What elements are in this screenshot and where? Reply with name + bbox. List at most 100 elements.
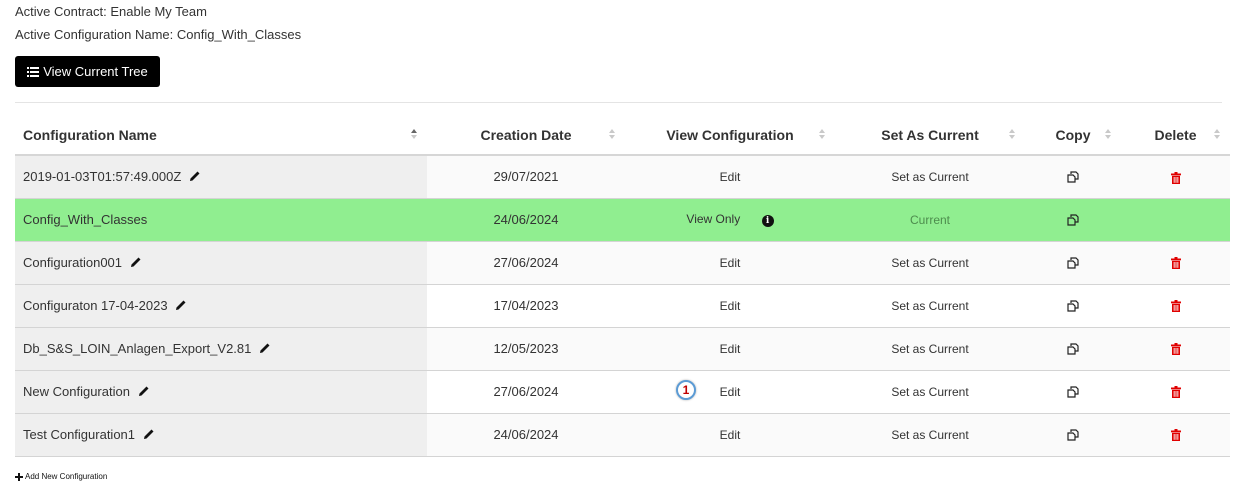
delete-cell (1121, 241, 1230, 285)
creation-date-cell: 27/06/2024 (427, 370, 625, 414)
sort-arrows-icon (1009, 129, 1015, 141)
table-row: 2019-01-03T01:57:49.000Z 29/07/2021 Edit… (15, 155, 1230, 199)
copy-icon[interactable] (1066, 170, 1080, 184)
table-header-row: Configuration Name Creation Date View Co… (15, 115, 1230, 156)
copy-icon[interactable] (1066, 385, 1080, 399)
current-status: Current (909, 212, 950, 227)
column-header-label: Set As Current (881, 126, 979, 143)
column-header-creation-date[interactable]: Creation Date (427, 115, 625, 156)
plus-icon (15, 472, 23, 481)
list-icon (27, 66, 40, 77)
creation-date-cell: 12/05/2023 (427, 327, 625, 371)
pencil-icon[interactable] (138, 385, 150, 397)
view-configuration-cell: Edit (625, 155, 835, 199)
header-info: Active Contract: Enable My Team Active C… (15, 4, 301, 50)
column-header-configuration-name[interactable]: Configuration Name (15, 115, 427, 156)
configuration-name-cell: Configuraton 17-04-2023 (15, 284, 427, 328)
add-new-configuration-link[interactable]: Add New Configuration (15, 472, 107, 481)
copy-cell (1025, 284, 1121, 328)
pencil-icon[interactable] (175, 299, 187, 311)
column-header-copy[interactable]: Copy (1025, 115, 1121, 156)
set-as-current-cell: Set as Current (835, 327, 1025, 371)
set-as-current-cell: Set as Current (835, 370, 1025, 414)
set-as-current-cell: Set as Current (835, 155, 1025, 199)
copy-icon[interactable] (1066, 256, 1080, 270)
configuration-name-cell: Test Configuration1 (15, 413, 427, 457)
trash-icon[interactable] (1170, 300, 1181, 313)
configuration-name-cell: 2019-01-03T01:57:49.000Z (15, 155, 427, 199)
active-contract-label: Active Contract: Enable My Team (15, 4, 207, 19)
creation-date-cell: 17/04/2023 (427, 284, 625, 328)
trash-icon[interactable] (1170, 257, 1181, 270)
delete-cell (1121, 370, 1230, 414)
copy-cell (1025, 198, 1121, 242)
copy-icon[interactable] (1066, 213, 1080, 227)
configuration-name: Db_S&S_LOIN_Anlagen_Export_V2.81 (23, 341, 252, 356)
configuration-name: Test Configuration1 (23, 427, 136, 442)
edit-link[interactable]: Edit (720, 342, 741, 356)
copy-icon[interactable] (1066, 299, 1080, 313)
edit-link[interactable]: Edit (720, 428, 741, 442)
divider (15, 102, 1222, 103)
column-header-set-as-current[interactable]: Set As Current (835, 115, 1025, 156)
edit-link[interactable]: Edit (720, 385, 741, 399)
configuration-name-cell: Config_With_Classes (15, 198, 427, 242)
column-header-delete[interactable]: Delete (1121, 115, 1230, 156)
view-current-tree-label: View Current Tree (43, 64, 148, 79)
view-configuration-cell: View Only i (625, 198, 835, 242)
column-header-label: View Configuration (666, 126, 794, 143)
set-as-current-link[interactable]: Set as Current (891, 299, 968, 313)
set-as-current-link[interactable]: Set as Current (891, 428, 968, 442)
column-header-view-configuration[interactable]: View Configuration (625, 115, 835, 156)
trash-icon[interactable] (1170, 386, 1181, 399)
copy-icon[interactable] (1066, 342, 1080, 356)
configuration-name: Config_With_Classes (23, 212, 148, 227)
table-row: Configuraton 17-04-2023 17/04/2023 Edit … (15, 284, 1230, 328)
configuration-name-cell: Configuration001 (15, 241, 427, 285)
sort-arrows-icon (1214, 129, 1220, 141)
pencil-icon[interactable] (259, 342, 271, 354)
copy-cell (1025, 241, 1121, 285)
configuration-name: 2019-01-03T01:57:49.000Z (23, 169, 182, 185)
copy-cell (1025, 370, 1121, 414)
trash-icon[interactable] (1170, 343, 1181, 356)
trash-icon[interactable] (1170, 171, 1181, 184)
set-as-current-link[interactable]: Set as Current (891, 256, 968, 270)
set-as-current-cell: Set as Current (835, 284, 1025, 328)
edit-link[interactable]: Edit (720, 256, 741, 270)
edit-link[interactable]: Edit (720, 170, 741, 184)
sort-arrows-icon (819, 129, 825, 141)
copy-icon[interactable] (1066, 428, 1080, 442)
annotation-badge: 1 (676, 380, 696, 400)
view-current-tree-button[interactable]: View Current Tree (15, 56, 160, 87)
pencil-icon[interactable] (189, 170, 201, 182)
view-configuration-cell: Edit (625, 413, 835, 457)
set-as-current-link[interactable]: Set as Current (891, 385, 968, 399)
configuration-name-cell: New Configuration (15, 370, 427, 414)
edit-link[interactable]: Edit (720, 299, 741, 313)
delete-cell (1121, 155, 1230, 199)
table-row: Db_S&S_LOIN_Anlagen_Export_V2.81 12/05/2… (15, 327, 1230, 371)
table-row: Configuration001 27/06/2024 Edit Set as … (15, 241, 1230, 285)
delete-cell (1121, 198, 1230, 242)
configurations-table: Configuration Name Creation Date View Co… (15, 115, 1230, 457)
set-as-current-cell: Set as Current (835, 241, 1025, 285)
view-configuration-cell: Edit (625, 284, 835, 328)
view-only-link[interactable]: View Only (686, 212, 740, 226)
column-header-label: Delete (1154, 126, 1197, 143)
pencil-icon[interactable] (143, 428, 155, 440)
sort-arrows-icon (609, 129, 615, 141)
table-row: Test Configuration1 24/06/2024 Edit Set … (15, 413, 1230, 457)
view-configuration-cell: Edit (625, 370, 835, 414)
column-header-label: Copy (1055, 126, 1091, 143)
set-as-current-link[interactable]: Set as Current (891, 170, 968, 184)
creation-date-cell: 29/07/2021 (427, 155, 625, 199)
trash-icon[interactable] (1170, 429, 1181, 442)
copy-cell (1025, 327, 1121, 371)
active-configuration-label: Active Configuration Name: Config_With_C… (15, 27, 302, 42)
copy-cell (1025, 155, 1121, 199)
set-as-current-link[interactable]: Set as Current (891, 342, 968, 356)
info-icon[interactable]: i (761, 215, 774, 227)
pencil-icon[interactable] (130, 256, 142, 268)
delete-cell (1121, 327, 1230, 371)
